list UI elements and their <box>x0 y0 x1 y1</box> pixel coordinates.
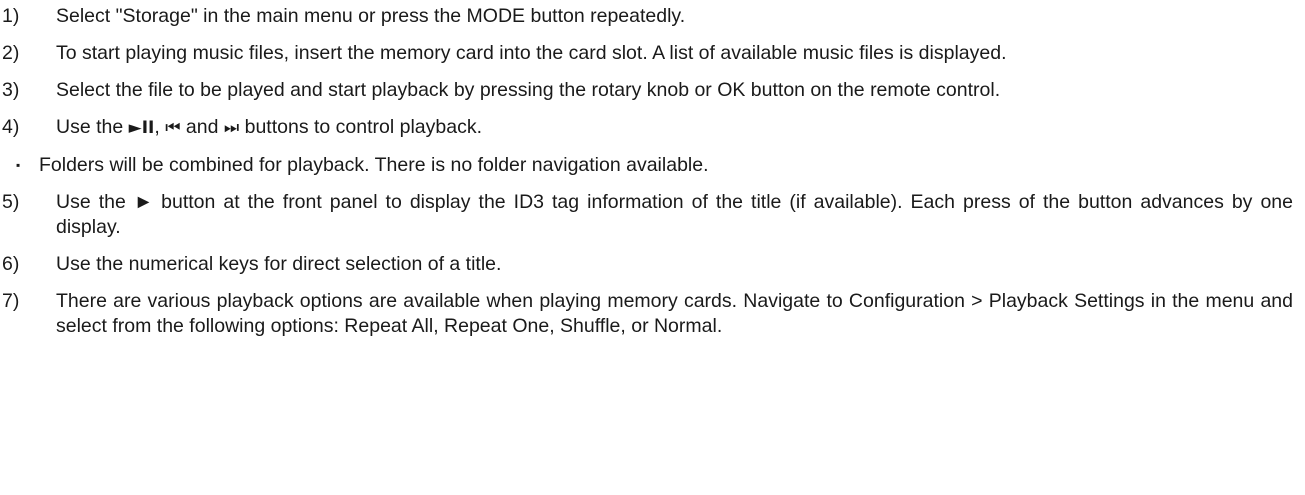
step-number: 1) <box>2 5 20 27</box>
step-number: 3) <box>2 79 20 101</box>
note-text: Folders will be combined for playback. T… <box>39 154 709 176</box>
step-text-part: and <box>180 116 224 138</box>
step-number: 7) <box>2 290 20 312</box>
note-item: ▪ Folders will be combined for playback.… <box>0 153 1305 178</box>
next-track-icon: ⏭ <box>223 118 240 138</box>
step-text-part: Use the <box>56 116 129 138</box>
step-text: Select "Storage" in the main menu or pre… <box>56 5 686 27</box>
step-text: Use the ► button at the front panel to d… <box>56 191 1293 238</box>
step-number: 2) <box>2 42 20 64</box>
step-text: There are various playback options are a… <box>56 290 1293 337</box>
step-7: 7) There are various playback options ar… <box>0 289 1305 339</box>
step-text: Select the file to be played and start p… <box>56 79 1001 101</box>
step-6: 6) Use the numerical keys for direct sel… <box>0 252 1305 277</box>
previous-track-icon: ⏮ <box>165 118 181 138</box>
step-number: 5) <box>2 191 20 213</box>
step-3: 3) Select the file to be played and star… <box>0 78 1305 103</box>
step-text: Use the numerical keys for direct select… <box>56 253 502 275</box>
step-text: Use the ►II, ⏮ and ⏭ buttons to control … <box>56 115 1305 141</box>
step-4: 4) Use the ►II, ⏮ and ⏭ buttons to contr… <box>0 115 1305 141</box>
bullet-icon: ▪ <box>16 158 21 172</box>
step-2: 2) To start playing music files, insert … <box>0 41 1305 66</box>
step-1: 1) Select "Storage" in the main menu or … <box>0 4 1305 29</box>
step-text: To start playing music files, insert the… <box>56 42 1007 64</box>
step-text-part: buttons to control playback. <box>239 116 483 138</box>
step-text-part: , <box>154 116 166 138</box>
step-5: 5) Use the ► button at the front panel t… <box>0 190 1305 240</box>
step-number: 6) <box>2 253 20 275</box>
step-number: 4) <box>2 116 20 138</box>
instruction-list: 1) Select "Storage" in the main menu or … <box>0 0 1305 495</box>
play-pause-icon: ►II <box>128 118 155 138</box>
